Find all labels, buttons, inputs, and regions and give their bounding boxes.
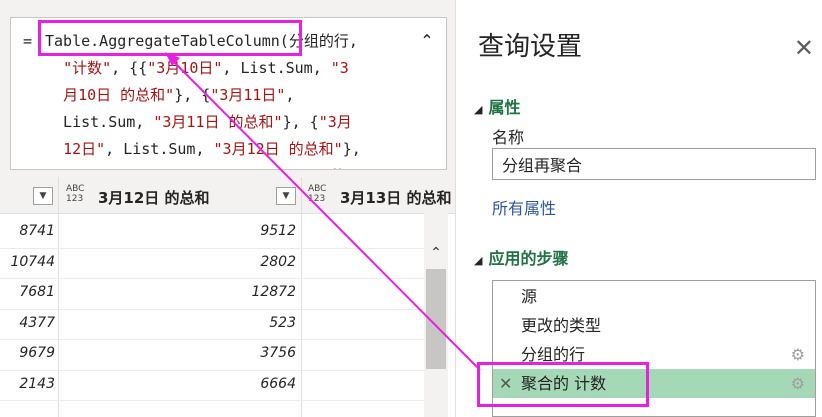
formula-string-token: "3月11日"	[210, 86, 286, 104]
query-name-input[interactable]	[492, 148, 816, 180]
applied-step-item[interactable]: 更改的类型	[493, 311, 815, 340]
formula-code-token: },	[342, 140, 361, 158]
row-divider	[0, 247, 425, 249]
column-header-mar12-sum[interactable]: 3月12日 的总和	[98, 187, 210, 208]
formula-string-token: "计数"	[63, 59, 112, 77]
formula-code-token: Table.AggregateTableColumn(分组的行,	[45, 32, 358, 50]
gear-icon[interactable]: ⚙	[791, 369, 805, 398]
type-icon-top: ABC	[66, 184, 85, 194]
properties-heading-label: 属性	[488, 98, 521, 117]
properties-heading[interactable]: ◢ 属性	[474, 94, 520, 118]
data-grid: ▼ ABC 123 3月12日 的总和 ▼ ABC 123 3月13日 的总和 …	[0, 177, 455, 417]
applied-step-label: 聚合的 计数	[521, 374, 607, 393]
table-cell[interactable]: 2143	[0, 376, 55, 392]
grid-header: ▼ ABC 123 3月12日 的总和 ▼ ABC 123 3月13日 的总和	[0, 177, 455, 417]
formula-code-token: , List.Sum,	[147, 167, 255, 169]
column-filter-button[interactable]: ▼	[276, 187, 296, 205]
type-icon-bottom: 123	[308, 194, 326, 204]
column-header-mar13-sum[interactable]: 3月13日 的总和	[340, 187, 452, 208]
formula-string-token: "3月13日"	[72, 167, 147, 169]
row-divider	[0, 278, 425, 279]
close-icon[interactable]: ✕	[794, 34, 814, 62]
delete-step-icon[interactable]: ✕	[499, 369, 512, 398]
applied-step-item[interactable]: 源	[493, 282, 815, 311]
vertical-scrollbar[interactable]: ⌃	[424, 213, 448, 417]
table-cell[interactable]: 7681	[0, 284, 55, 300]
collapse-triangle-icon: ◢	[474, 254, 483, 267]
type-icon-bottom: 123	[66, 194, 84, 204]
formula-code-token	[45, 86, 63, 104]
row-divider	[0, 400, 425, 401]
row-divider	[0, 369, 425, 371]
applied-step-label: 更改的类型	[521, 316, 602, 335]
formula-string-token: 12日"	[63, 140, 106, 158]
formula-code-token: }, {	[282, 113, 319, 131]
formula-code-token: , List.Sum,	[105, 140, 214, 158]
all-properties-link[interactable]: 所有属性	[492, 195, 556, 219]
formula-code-token	[45, 140, 63, 158]
formula-code-token: , List.Sum,	[222, 59, 331, 77]
table-cell[interactable]: 4377	[0, 315, 55, 331]
scrollbar-thumb[interactable]	[426, 269, 446, 369]
abc-123-type-icon[interactable]: ABC 123	[308, 184, 326, 204]
chevron-up-icon[interactable]: ⌃	[416, 30, 438, 52]
table-cell[interactable]: 9679	[0, 345, 55, 361]
table-cell[interactable]: 6664	[60, 376, 296, 392]
type-icon-top: ABC	[308, 184, 327, 194]
pane-title: 查询设置	[478, 32, 583, 62]
formula-string-token: "3月12日 的总和"	[213, 140, 343, 158]
formula-string-token: "3月11日 的总和"	[153, 113, 283, 131]
formula-string-token: 月10日 的总和"	[63, 86, 175, 104]
formula-string-token: "3月	[318, 113, 352, 131]
table-cell[interactable]: 523	[60, 315, 296, 331]
abc-123-type-icon[interactable]: ABC 123	[66, 184, 84, 204]
table-cell[interactable]: 10744	[0, 254, 55, 270]
applied-steps-heading-label: 应用的步骤	[488, 249, 569, 268]
scroll-up-icon[interactable]: ⌃	[424, 243, 448, 263]
query-settings-pane: 查询设置 ✕ ◢ 属性 名称 所有属性 ◢ 应用的步骤 源更改的类型分组的行 ⚙ ✕ 聚合…	[455, 0, 822, 417]
table-cell[interactable]: 8741	[0, 223, 55, 239]
formula-bar[interactable]: = Table.AggregateTableColumn(分组的行, "计数",…	[10, 17, 447, 170]
formula-string-token: "3月10日"	[147, 59, 223, 77]
column-divider	[301, 177, 302, 417]
name-label: 名称	[492, 128, 525, 147]
table-cell[interactable]: 12872	[60, 284, 296, 300]
formula-code-token	[45, 59, 63, 77]
applied-steps-heading[interactable]: ◢ 应用的步骤	[474, 245, 568, 269]
row-divider	[0, 339, 425, 340]
collapse-triangle-icon: ◢	[474, 103, 483, 116]
formula-code-token: List.Sum,	[45, 113, 154, 131]
formula-code-token: ,	[285, 86, 295, 104]
table-cell[interactable]: 9512	[60, 223, 296, 239]
applied-step-label: 源	[521, 287, 538, 306]
formula-string-token: "3月13日 的	[256, 167, 346, 169]
formula-text[interactable]: Table.AggregateTableColumn(分组的行, "计数", {…	[45, 28, 405, 169]
formula-equals-sign: =	[23, 32, 33, 50]
row-divider	[0, 308, 425, 310]
applied-step-label: 分组的行	[521, 345, 586, 364]
applied-step-item[interactable]: 分组的行 ⚙	[493, 340, 815, 369]
gear-icon[interactable]: ⚙	[791, 340, 805, 369]
column-divider	[58, 177, 59, 417]
formula-string-token: "3	[330, 59, 349, 77]
editor-area: = Table.AggregateTableColumn(分组的行, "计数",…	[0, 0, 455, 417]
column-filter-button[interactable]: ▼	[33, 187, 53, 205]
applied-step-item[interactable]: ✕ 聚合的 计数 ⚙	[493, 369, 815, 398]
table-cell[interactable]: 2802	[60, 254, 296, 270]
formula-code-token: }, {	[174, 86, 211, 104]
applied-steps-list: 源更改的类型分组的行 ⚙ ✕ 聚合的 计数 ⚙	[492, 280, 816, 417]
table-cell[interactable]: 3756	[60, 345, 296, 361]
formula-code-token: , {{	[111, 59, 148, 77]
formula-code-token: {	[45, 167, 72, 169]
